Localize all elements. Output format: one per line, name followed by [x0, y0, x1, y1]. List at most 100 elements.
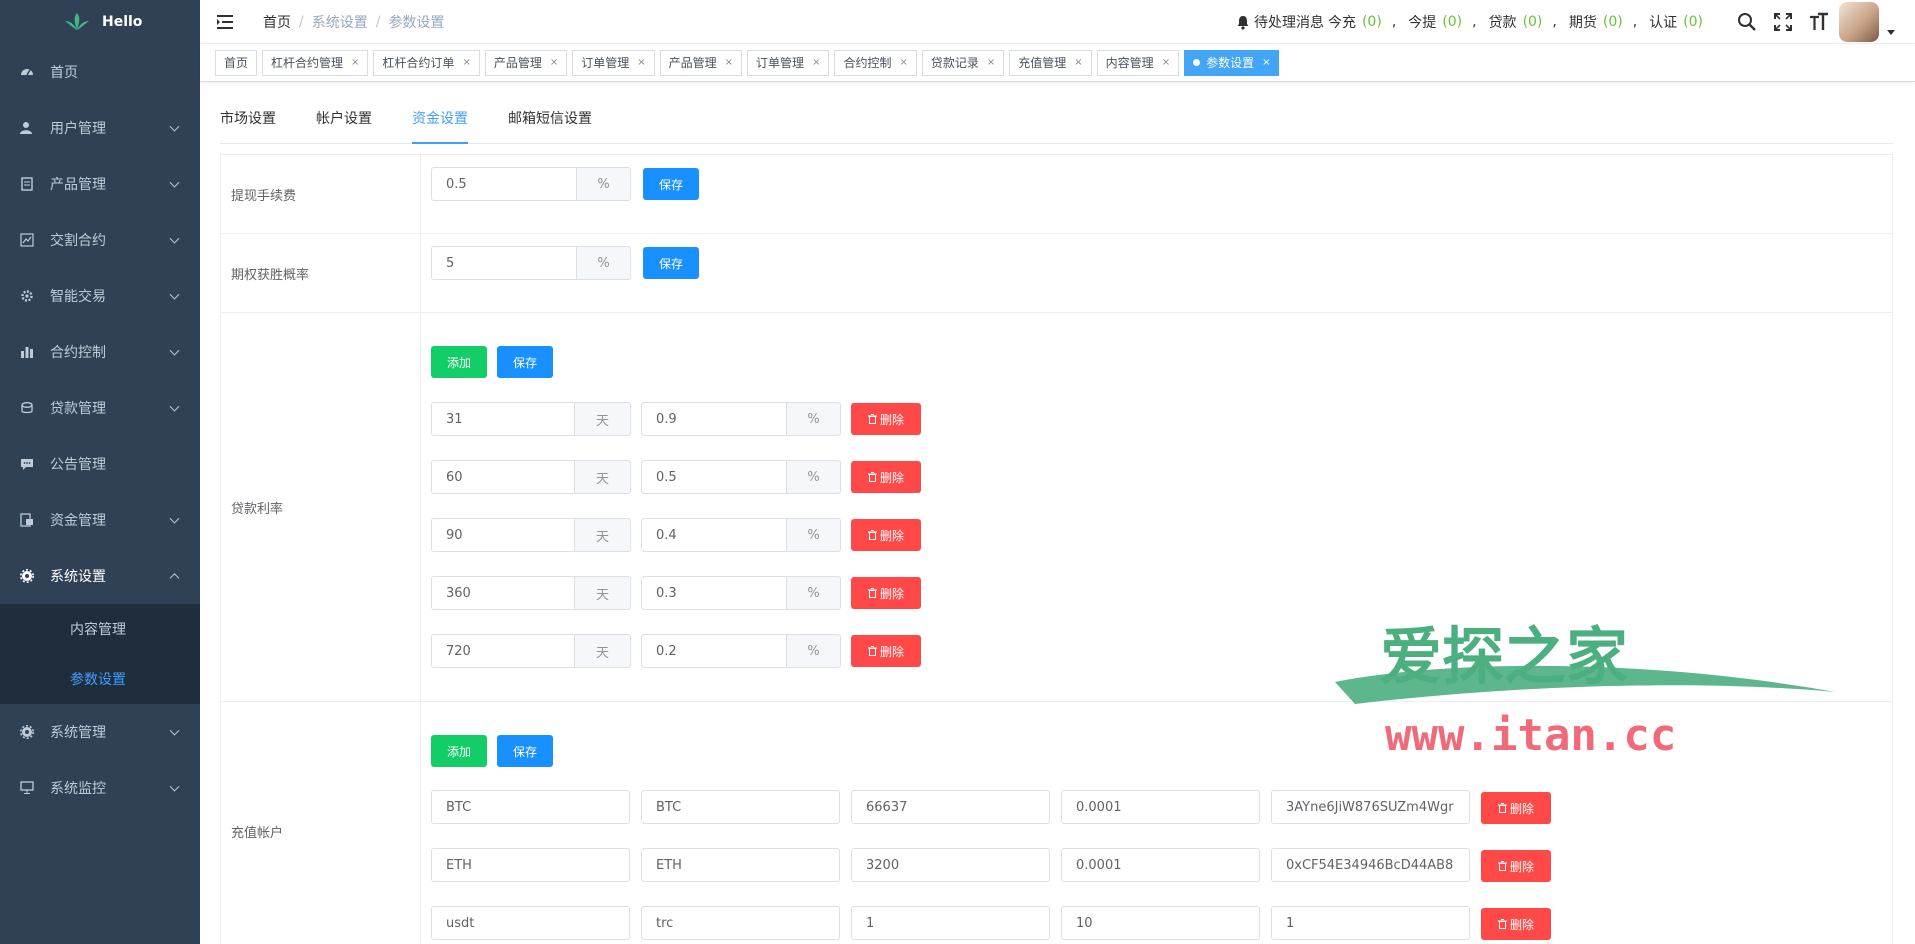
sidebar-item-label: 公告管理 [50, 457, 106, 473]
tag-item[interactable]: 贷款记录 × [921, 49, 1005, 76]
search-icon[interactable] [1737, 12, 1757, 32]
delete-button[interactable]: 删除 [851, 635, 921, 667]
sidebar-item[interactable]: 系统设置 [0, 548, 200, 604]
delete-button[interactable]: 删除 [851, 519, 921, 551]
avatar[interactable] [1839, 2, 1879, 42]
close-icon[interactable]: × [725, 57, 733, 68]
tag-item[interactable]: 订单管理 × [747, 49, 830, 76]
save-button[interactable]: 保存 [643, 168, 699, 200]
close-icon[interactable]: × [1074, 57, 1082, 68]
account-name-input[interactable]: BTC [431, 790, 630, 824]
counter[interactable]: 贷款 (0), [1489, 12, 1569, 32]
save-button[interactable]: 保存 [497, 346, 553, 378]
close-icon[interactable]: × [637, 57, 645, 68]
add-button[interactable]: 添加 [431, 346, 487, 378]
caret-down-icon[interactable] [1887, 29, 1895, 35]
close-icon[interactable]: × [462, 57, 470, 68]
account-chain-input[interactable]: trc [641, 906, 840, 940]
settings-tab[interactable]: 帐户设置 [316, 108, 372, 144]
tag-item[interactable]: 杠杆合约管理 × [262, 49, 369, 76]
sidebar-item[interactable]: 系统管理 [0, 704, 200, 760]
tag-item[interactable]: 充值管理 × [1009, 49, 1092, 76]
withdraw-fee-input[interactable]: 0.5 [431, 167, 577, 201]
save-button[interactable]: 保存 [497, 735, 553, 767]
counter[interactable]: 认证 (0) [1649, 12, 1709, 32]
settings-tab[interactable]: 邮箱短信设置 [508, 108, 592, 144]
logo[interactable]: Hello [0, 0, 200, 44]
loan-days-input[interactable]: 90 [431, 518, 575, 552]
option-win-rate-input[interactable]: 5 [431, 246, 577, 280]
close-icon[interactable]: × [351, 57, 359, 68]
delete-button[interactable]: 删除 [1481, 908, 1551, 940]
sidebar-item[interactable]: 智能交易 [0, 268, 200, 324]
fullscreen-icon[interactable] [1773, 12, 1793, 32]
loan-rate-input[interactable]: 0.9 [641, 402, 787, 436]
font-size-icon[interactable] [1809, 12, 1829, 32]
account-min-input[interactable]: 10 [1061, 906, 1260, 940]
sidebar-subitem[interactable]: 参数设置 [0, 654, 200, 704]
bell-icon[interactable] [1236, 15, 1250, 30]
account-min-input[interactable]: 0.0001 [1061, 848, 1260, 882]
sidebar-item[interactable]: 贷款管理 [0, 380, 200, 436]
counter[interactable]: 今充 (0), [1328, 12, 1408, 32]
account-price-input[interactable]: 3200 [851, 848, 1050, 882]
sidebar-item[interactable]: 交割合约 [0, 212, 200, 268]
sidebar-item[interactable]: 合约控制 [0, 324, 200, 380]
account-address-input[interactable]: 0xCF54E34946BcD44AB8 [1271, 848, 1470, 882]
tag-item[interactable]: 产品管理 × [484, 49, 568, 76]
delete-button[interactable]: 删除 [851, 461, 921, 493]
delete-button[interactable]: 删除 [1481, 792, 1551, 824]
delete-button[interactable]: 删除 [1481, 850, 1551, 882]
sidebar-item[interactable]: 资金管理 [0, 492, 200, 548]
breadcrumb-home[interactable]: 首页 [263, 12, 291, 32]
loan-rate-input[interactable]: 0.5 [641, 460, 787, 494]
sidebar-item[interactable]: 用户管理 [0, 100, 200, 156]
delete-button[interactable]: 删除 [851, 577, 921, 609]
tag-item[interactable]: 参数设置 × [1184, 49, 1280, 76]
sidebar-item[interactable]: 系统监控 [0, 760, 200, 816]
account-address-input[interactable]: 1 [1271, 906, 1470, 940]
tag-item[interactable]: 订单管理 × [572, 49, 655, 76]
delete-label: 删除 [1509, 859, 1534, 874]
tag-item[interactable]: 杠杆合约订单 × [373, 49, 480, 76]
counter[interactable]: 今提 (0), [1408, 12, 1488, 32]
account-name-input[interactable]: usdt [431, 906, 630, 940]
close-icon[interactable]: × [812, 57, 820, 68]
account-min-input[interactable]: 0.0001 [1061, 790, 1260, 824]
tag-item[interactable]: 首页 [215, 49, 258, 76]
delete-button[interactable]: 删除 [851, 403, 921, 435]
settings-tab[interactable]: 市场设置 [220, 108, 276, 144]
tag-item[interactable]: 内容管理 × [1096, 49, 1180, 76]
close-icon[interactable]: × [1262, 57, 1270, 68]
loan-rate-input[interactable]: 0.3 [641, 576, 787, 610]
hamburger-icon[interactable] [217, 14, 235, 30]
account-chain-input[interactable]: ETH [641, 848, 840, 882]
counter[interactable]: 期货 (0), [1569, 12, 1649, 32]
close-icon[interactable]: × [550, 57, 558, 68]
close-icon[interactable]: × [899, 57, 907, 68]
loan-days-input[interactable]: 31 [431, 402, 575, 436]
account-price-input[interactable]: 66637 [851, 790, 1050, 824]
close-icon[interactable]: × [1162, 57, 1170, 68]
loan-days-input[interactable]: 60 [431, 460, 575, 494]
tag-item[interactable]: 产品管理 × [659, 49, 743, 76]
add-button[interactable]: 添加 [431, 735, 487, 767]
account-chain-input[interactable]: BTC [641, 790, 840, 824]
account-price-input[interactable]: 1 [851, 906, 1050, 940]
save-button[interactable]: 保存 [643, 247, 699, 279]
loan-rate-input[interactable]: 0.2 [641, 634, 787, 668]
sidebar-item[interactable]: 产品管理 [0, 156, 200, 212]
settings-tab[interactable]: 资金设置 [412, 108, 468, 144]
account-name-input[interactable]: ETH [431, 848, 630, 882]
recharge-accounts-label: 充值帐户 [221, 702, 421, 944]
sidebar-subitem[interactable]: 内容管理 [0, 604, 200, 654]
close-icon[interactable]: × [987, 57, 995, 68]
account-address-input[interactable]: 3AYne6JiW876SUZm4Wgr [1271, 790, 1470, 824]
sidebar-item[interactable]: 首页 [0, 44, 200, 100]
notice-label[interactable]: 待处理消息 [1254, 12, 1324, 32]
loan-days-input[interactable]: 720 [431, 634, 575, 668]
tag-item[interactable]: 合约控制 × [834, 49, 917, 76]
sidebar-item[interactable]: 公告管理 [0, 436, 200, 492]
loan-days-input[interactable]: 360 [431, 576, 575, 610]
loan-rate-input[interactable]: 0.4 [641, 518, 787, 552]
